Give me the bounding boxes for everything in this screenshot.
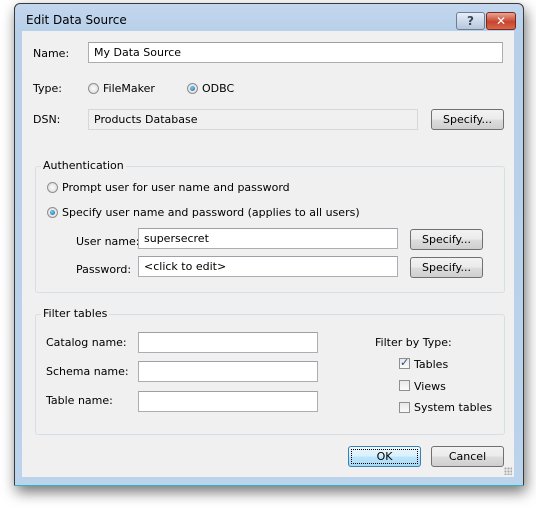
table-name-label: Table name: [46, 394, 113, 407]
dialog-window: Edit Data Source ? ✕ Name: My Data Sourc… [14, 3, 524, 486]
dialog-body: Name: My Data Source Type: FileMaker ODB… [22, 31, 514, 477]
help-icon: ? [467, 14, 474, 28]
dsn-specify-button[interactable]: Specify... [431, 109, 504, 130]
system-tables-checkbox[interactable] [399, 402, 410, 413]
dsn-field: Products Database [88, 109, 418, 130]
catalog-label: Catalog name: [46, 336, 127, 349]
focus-indicator [351, 449, 418, 464]
type-radio-odbc[interactable] [187, 83, 198, 94]
help-button[interactable]: ? [456, 12, 485, 30]
authentication-title: Authentication [41, 159, 126, 172]
dsn-label: DSN: [33, 113, 61, 126]
auth-radio-prompt[interactable] [47, 182, 58, 193]
auth-specify-label[interactable]: Specify user name and password (applies … [62, 206, 360, 219]
username-specify-button[interactable]: Specify... [410, 229, 483, 250]
filter-tables-title: Filter tables [41, 307, 110, 320]
close-icon: ✕ [495, 14, 507, 28]
resize-grip-icon[interactable] [504, 467, 512, 475]
password-input[interactable]: <click to edit> [138, 256, 398, 277]
name-input[interactable]: My Data Source [88, 42, 503, 63]
table-name-input[interactable] [138, 391, 318, 412]
type-radio-filemaker[interactable] [88, 83, 99, 94]
tables-checkbox[interactable] [399, 356, 410, 369]
type-label: Type: [33, 82, 62, 95]
close-button[interactable]: ✕ [486, 12, 516, 30]
catalog-input[interactable] [138, 332, 318, 353]
views-checkbox[interactable] [399, 380, 410, 391]
password-specify-button[interactable]: Specify... [410, 257, 483, 278]
schema-label: Schema name: [46, 365, 129, 378]
password-label: Password: [76, 263, 132, 276]
username-label: User name: [76, 235, 140, 248]
name-label: Name: [33, 47, 70, 60]
ok-button[interactable]: OK [348, 446, 421, 467]
type-odbc-label[interactable]: ODBC [202, 82, 234, 95]
dialog-title: Edit Data Source [26, 13, 127, 27]
schema-input[interactable] [138, 361, 318, 382]
auth-prompt-label[interactable]: Prompt user for user name and password [62, 181, 290, 194]
views-checkbox-label[interactable]: Views [414, 380, 446, 393]
cancel-button[interactable]: Cancel [431, 446, 504, 467]
auth-radio-specify[interactable] [47, 207, 58, 218]
username-input[interactable]: supersecret [138, 228, 398, 249]
tables-checkbox-label[interactable]: Tables [414, 358, 448, 371]
filter-by-type-label: Filter by Type: [375, 336, 452, 349]
type-filemaker-label[interactable]: FileMaker [103, 82, 155, 95]
system-tables-checkbox-label[interactable]: System tables [414, 401, 492, 414]
